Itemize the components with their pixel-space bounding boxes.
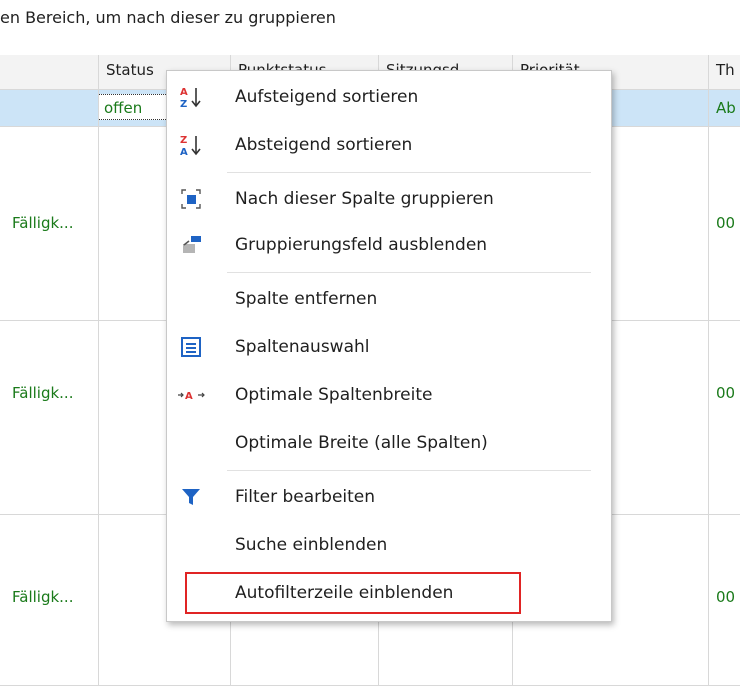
row-first-cell: Fälligk... <box>12 588 74 606</box>
menu-item-column-chooser[interactable]: Spaltenauswahl <box>167 328 611 366</box>
menu-item-remove-column[interactable]: Spalte entfernen <box>167 280 611 318</box>
row-th-cell: 00 <box>716 214 736 232</box>
menu-item-label: Optimale Spaltenbreite <box>235 385 433 405</box>
menu-item-label: Nach dieser Spalte gruppieren <box>235 189 494 209</box>
menu-item-sort-descending[interactable]: Z A Absteigend sortieren <box>167 126 611 164</box>
svg-text:A: A <box>180 147 188 158</box>
sort-descending-icon: Z A <box>177 131 205 159</box>
menu-item-best-fit-all-columns[interactable]: Optimale Breite (alle Spalten) <box>167 424 611 462</box>
menu-item-show-search[interactable]: Suche einblenden <box>167 526 611 564</box>
group-panel-hint: en Bereich, um nach dieser zu gruppieren <box>0 8 336 27</box>
sort-ascending-icon: A Z <box>177 83 205 111</box>
hide-group-panel-icon <box>177 231 205 259</box>
menu-item-hide-group-panel[interactable]: Gruppierungsfeld ausblenden <box>167 226 611 264</box>
menu-separator <box>227 272 591 273</box>
menu-item-label: Spalte entfernen <box>235 289 378 309</box>
column-header-blank[interactable] <box>0 55 98 89</box>
svg-text:Z: Z <box>180 99 187 110</box>
filter-icon <box>177 483 205 511</box>
menu-item-group-by-column[interactable]: Nach dieser Spalte gruppieren <box>167 180 611 218</box>
svg-text:Z: Z <box>180 135 187 146</box>
group-by-panel[interactable]: en Bereich, um nach dieser zu gruppieren <box>0 0 740 40</box>
menu-item-sort-ascending[interactable]: A Z Aufsteigend sortieren <box>167 78 611 116</box>
row-th-cell: 00 <box>716 588 736 606</box>
svg-text:A: A <box>180 87 188 98</box>
menu-item-label: Suche einblenden <box>235 535 388 555</box>
column-context-menu: A Z Aufsteigend sortieren Z A Absteigend… <box>166 70 612 622</box>
menu-separator <box>227 470 591 471</box>
group-by-column-icon <box>177 185 205 213</box>
grid-line <box>708 90 709 686</box>
menu-item-label: Absteigend sortieren <box>235 135 413 155</box>
best-fit-icon: A <box>177 381 205 409</box>
menu-item-best-fit[interactable]: A Optimale Spaltenbreite <box>167 376 611 414</box>
menu-item-label: Filter bearbeiten <box>235 487 376 507</box>
menu-item-label: Optimale Breite (alle Spalten) <box>235 433 488 453</box>
column-header-th[interactable]: Th <box>708 55 740 89</box>
th-cell[interactable]: Ab <box>716 90 736 126</box>
highlight-box <box>185 572 521 614</box>
menu-item-label: Spaltenauswahl <box>235 337 370 357</box>
menu-item-label: Aufsteigend sortieren <box>235 87 419 107</box>
menu-item-label: Gruppierungsfeld ausblenden <box>235 235 488 255</box>
column-chooser-icon <box>177 333 205 361</box>
svg-text:A: A <box>185 391 193 402</box>
menu-item-edit-filter[interactable]: Filter bearbeiten <box>167 478 611 516</box>
row-first-cell: Fälligk... <box>12 384 74 402</box>
row-th-cell: 00 <box>716 384 736 402</box>
row-first-cell: Fälligk... <box>12 214 74 232</box>
menu-separator <box>227 172 591 173</box>
grid-line <box>98 90 99 686</box>
status-cell-focused[interactable]: offen <box>98 94 168 120</box>
